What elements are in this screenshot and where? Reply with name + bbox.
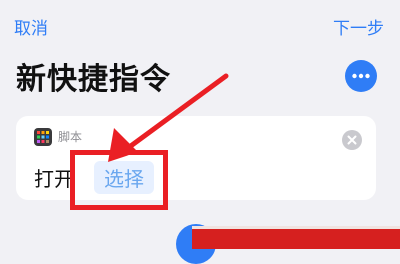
annotation-arrow <box>108 73 229 162</box>
caption-banner <box>192 226 400 249</box>
